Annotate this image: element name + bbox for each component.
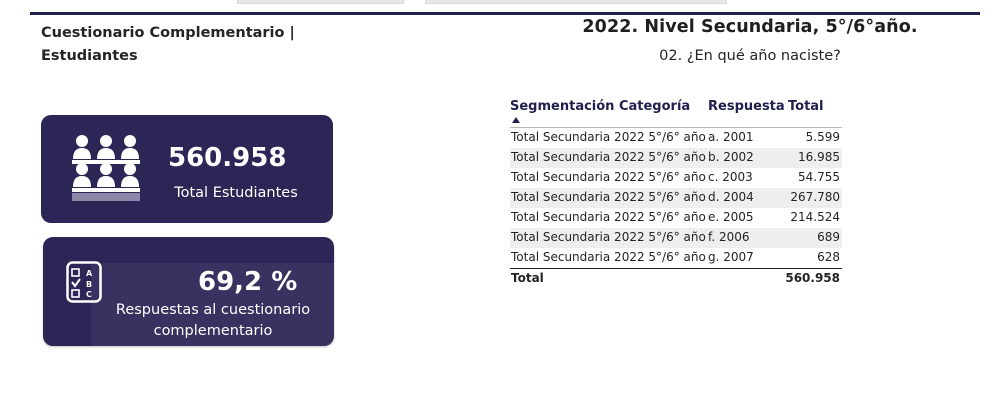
cell-categoria: Total Secundaria 2022 5°/6° año: [511, 130, 706, 144]
cell-respuesta: a. 2001: [708, 130, 754, 144]
cell-respuesta: d. 2004: [708, 190, 754, 204]
page-title: Cuestionario Complementario | Estudiante…: [41, 25, 295, 64]
responses-card[interactable]: A B C 69,2 % Respuestas al cuestionario …: [43, 237, 334, 346]
responses-label: Respuestas al cuestionario complementari…: [115, 302, 311, 339]
table-row[interactable]: Total Secundaria 2022 5°/6° año c. 2003 54…: [510, 168, 842, 188]
table-body: Total Secundaria 2022 5°/6° año a. 2001 5.…: [510, 128, 842, 268]
cell-categoria: Total Secundaria 2022 5°/6° año: [511, 210, 706, 224]
cell-categoria: Total Secundaria 2022 5°/6° año: [511, 190, 706, 204]
quiz-checklist-icon: A B C: [66, 261, 102, 303]
table-header: Segmentación Categoría Respuesta Total: [510, 95, 842, 128]
table-row[interactable]: Total Secundaria 2022 5°/6° año f. 2006 68…: [510, 228, 842, 248]
total-row-label: Total: [511, 271, 544, 285]
svg-text:B: B: [86, 280, 92, 289]
cell-respuesta: b. 2002: [708, 150, 754, 164]
table-row[interactable]: Total Secundaria 2022 5°/6° año b. 2002 16…: [510, 148, 842, 168]
column-header-categoria[interactable]: Segmentación Categoría: [510, 99, 690, 114]
cell-total: 628: [817, 250, 840, 264]
sort-ascending-icon[interactable]: [512, 117, 520, 123]
cell-categoria: Total Secundaria 2022 5°/6° año: [511, 170, 706, 184]
total-students-card[interactable]: 560.958 Total Estudiantes: [41, 115, 333, 223]
table-row[interactable]: Total Secundaria 2022 5°/6° año d. 2004 26…: [510, 188, 842, 208]
cell-respuesta: g. 2007: [708, 250, 754, 264]
responses-percent-value: 69,2 %: [198, 267, 298, 297]
cell-total: 5.599: [805, 130, 840, 144]
table-total-row: Total 560.958: [510, 268, 842, 289]
column-header-total[interactable]: Total: [788, 99, 824, 114]
top-tab-right[interactable]: [425, 0, 727, 4]
table-row[interactable]: Total Secundaria 2022 5°/6° año g. 2007 62…: [510, 248, 842, 268]
cell-total: 214.524: [790, 210, 840, 224]
report-title: 2022. Nivel Secundaria, 5°/6°año.: [582, 17, 918, 37]
question-subtitle: 02. ¿En qué año naciste?: [659, 48, 841, 64]
cell-respuesta: c. 2003: [708, 170, 753, 184]
students-total-value: 560.958: [168, 143, 287, 173]
students-total-label: Total Estudiantes: [174, 185, 298, 201]
cell-total: 54.755: [798, 170, 840, 184]
cell-respuesta: e. 2005: [708, 210, 754, 224]
table-row[interactable]: Total Secundaria 2022 5°/6° año a. 2001 5.…: [510, 128, 842, 148]
top-tab-left[interactable]: [237, 0, 404, 4]
column-header-respuesta[interactable]: Respuesta: [708, 99, 785, 114]
total-row-value: 560.958: [785, 271, 840, 285]
responses-table[interactable]: Segmentación Categoría Respuesta Total T…: [510, 95, 842, 289]
cell-respuesta: f. 2006: [708, 230, 750, 244]
cell-categoria: Total Secundaria 2022 5°/6° año: [511, 230, 706, 244]
svg-text:C: C: [86, 290, 92, 299]
cell-total: 267.780: [790, 190, 840, 204]
cell-total: 689: [817, 230, 840, 244]
table-row[interactable]: Total Secundaria 2022 5°/6° año e. 2005 21…: [510, 208, 842, 228]
students-group-icon: [72, 135, 140, 201]
cell-categoria: Total Secundaria 2022 5°/6° año: [511, 150, 706, 164]
cell-total: 16.985: [798, 150, 840, 164]
svg-text:A: A: [86, 269, 93, 278]
header-divider: [30, 12, 980, 15]
cell-categoria: Total Secundaria 2022 5°/6° año: [511, 250, 706, 264]
